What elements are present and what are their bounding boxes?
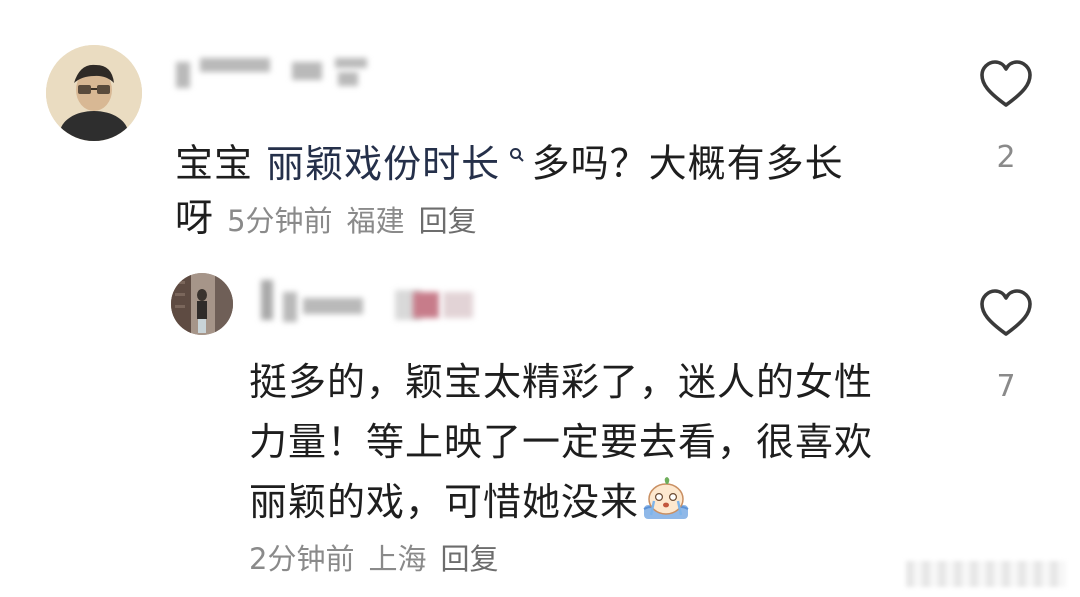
- comment-1-text-prefix: 宝宝: [175, 141, 267, 186]
- search-icon: [502, 147, 531, 168]
- user-avatar-icon: [46, 45, 142, 141]
- comment-1-mention-link[interactable]: 丽颖戏份时长: [266, 142, 531, 186]
- comment-2-like-group[interactable]: 7: [971, 287, 1041, 404]
- comment-1-username-redacted: [170, 58, 385, 92]
- comment-1-mention-label: 丽颖戏份时长: [266, 141, 501, 186]
- comment-2-reply-button[interactable]: 回复: [440, 542, 498, 576]
- comment-2-username-redacted: [255, 280, 495, 322]
- comment-1-time: 5分钟前: [227, 203, 333, 238]
- comment-2-line-2: 力量！等上映了一定要去看，很喜欢: [249, 420, 874, 464]
- comment-2-line-3: 丽颖的戏，可惜她没来: [249, 480, 640, 524]
- comment-1-text-rest: 多吗？大概有多长: [531, 141, 844, 186]
- watermark-redacted: [906, 561, 1066, 587]
- comment-1-meta: 5分钟前 福建 回复: [227, 204, 490, 238]
- heart-outline-icon[interactable]: [978, 287, 1034, 339]
- comment-2-location: 上海: [368, 542, 427, 576]
- comment-1-avatar[interactable]: [46, 45, 142, 141]
- comment-2-avatar[interactable]: [171, 273, 233, 335]
- comment-1-like-group[interactable]: 2: [971, 58, 1041, 175]
- crying-emoji-icon: [641, 475, 691, 521]
- comment-1-like-count: 2: [996, 140, 1016, 175]
- heart-outline-icon[interactable]: [978, 58, 1034, 110]
- comment-2-body: 挺多的，颖宝太精彩了，迷人的女性 力量！等上映了一定要去看，很喜欢 丽颖的戏，可…: [249, 352, 939, 532]
- comment-2-line-1: 挺多的，颖宝太精彩了，迷人的女性: [249, 360, 874, 404]
- comment-2-like-count: 7: [996, 369, 1016, 404]
- comment-2-time: 2分钟前: [249, 542, 355, 576]
- comment-1-text-wrap: 呀: [175, 195, 215, 240]
- comment-1-body: 宝宝 丽颖戏份时长 多吗？大概有多长 呀 5分钟前 福建 回复: [175, 131, 935, 248]
- comment-2-meta: 2分钟前 上海 回复: [249, 536, 512, 578]
- comment-1-reply-button[interactable]: 回复: [419, 204, 477, 238]
- user-avatar-icon: [171, 273, 233, 335]
- comment-1-location: 福建: [346, 203, 405, 238]
